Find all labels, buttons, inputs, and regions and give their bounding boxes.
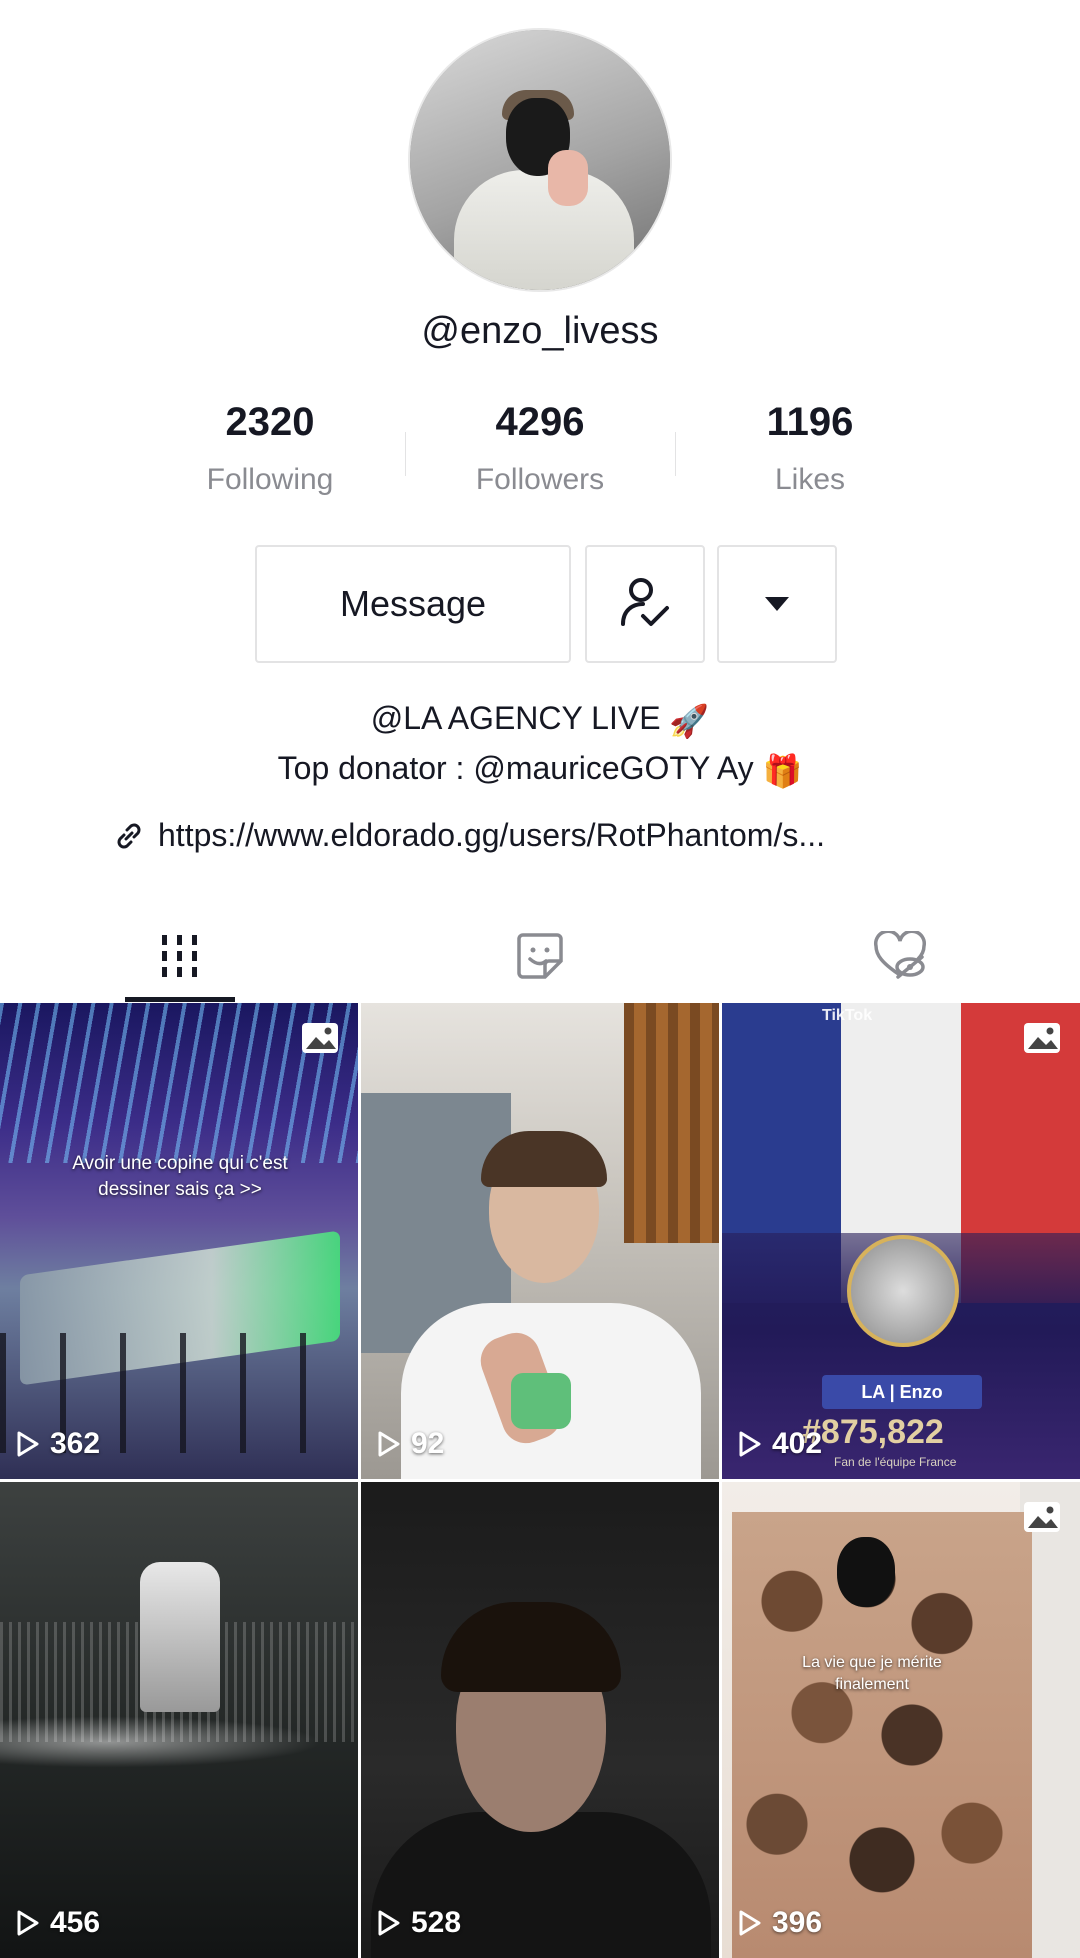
profile-username: @enzo_livess <box>421 310 659 352</box>
video-view-count: 402 <box>738 1427 822 1461</box>
view-count-text: 456 <box>50 1906 101 1939</box>
stat-following-label: Following <box>206 463 334 496</box>
video-caption: La vie que je mérite finalement <box>802 1654 942 1693</box>
video-view-count: 362 <box>16 1427 100 1461</box>
avatar-jacket <box>454 170 634 290</box>
sticker-icon <box>517 933 563 979</box>
video-tile[interactable]: 528 <box>361 1482 719 1958</box>
video-tile[interactable]: 92 <box>361 1003 719 1479</box>
stat-following[interactable]: 2320 Following <box>135 400 405 497</box>
play-icon <box>17 1910 39 1936</box>
stat-likes-value: 1196 <box>766 400 854 444</box>
bio-line-2: Top donator : @mauriceGOTY Ay 🎁 <box>0 750 1080 790</box>
profile-tabs <box>0 910 1080 1002</box>
stat-followers[interactable]: 4296 Followers <box>405 400 675 497</box>
video-view-count: 92 <box>377 1427 444 1461</box>
video-tile[interactable]: 456 <box>0 1482 358 1958</box>
play-icon <box>378 1431 400 1457</box>
stage-glow <box>0 1712 358 1772</box>
video-view-count: 528 <box>377 1906 461 1940</box>
stat-likes-label: Likes <box>774 463 846 496</box>
tab-stickers[interactable] <box>450 910 630 1002</box>
view-count-text: 92 <box>411 1427 445 1460</box>
overlay-fan-label: Fan de l'équipe France <box>834 1455 957 1469</box>
video-tile[interactable]: La vie que je mérite finalement 396 <box>722 1482 1080 1958</box>
stat-following-value: 2320 <box>225 400 315 444</box>
person-hair <box>481 1131 607 1187</box>
user-check-icon <box>621 578 669 626</box>
rocket-emoji-icon: 🚀 <box>669 702 710 739</box>
view-count-text: 402 <box>772 1427 823 1460</box>
overlay-rank: #875,822 <box>802 1413 944 1451</box>
view-count-text: 362 <box>50 1427 101 1460</box>
video-tile[interactable]: Avoir une copine qui c'est dessiner sais… <box>0 1003 358 1479</box>
caret-down-icon <box>765 597 789 611</box>
play-icon <box>739 1431 761 1457</box>
view-count-text: 396 <box>772 1906 823 1939</box>
play-icon <box>17 1431 39 1457</box>
grid-videos-icon <box>162 935 197 977</box>
avatar-hand <box>548 150 588 206</box>
view-count-text: 528 <box>411 1906 462 1939</box>
person-hair <box>441 1602 621 1692</box>
photo-post-icon <box>1024 1502 1060 1532</box>
green-bag <box>511 1373 571 1429</box>
play-icon <box>739 1910 761 1936</box>
stage-sculpture <box>140 1562 220 1712</box>
bio-link-text: https://www.eldorado.gg/users/RotPhantom… <box>158 817 825 853</box>
stat-followers-value: 4296 <box>495 400 585 444</box>
bio-link[interactable]: https://www.eldorado.gg/users/RotPhantom… <box>112 817 825 854</box>
bio-donator-text: Top donator : @mauriceGOTY Ay <box>277 750 754 786</box>
profile-medal <box>847 1235 959 1347</box>
photo-post-icon <box>302 1023 338 1053</box>
video-view-count: 396 <box>738 1906 822 1940</box>
video-caption: Avoir une copine qui c'est dessiner sais… <box>72 1153 288 1200</box>
following-status-button[interactable] <box>585 545 705 663</box>
wood-panel <box>624 1003 719 1243</box>
liked-hidden-icon <box>874 931 926 979</box>
masked-person <box>837 1537 895 1607</box>
video-tile[interactable]: TikTok LA | Enzo #875,822 Fan de l'équip… <box>722 1003 1080 1479</box>
tab-liked[interactable] <box>810 910 990 1002</box>
tab-videos[interactable] <box>90 910 270 1002</box>
stat-followers-label: Followers <box>475 463 605 496</box>
bio-agency-text: @LA AGENCY LIVE <box>370 700 661 736</box>
photo-post-icon <box>1024 1023 1060 1053</box>
play-icon <box>378 1910 400 1936</box>
stat-likes[interactable]: 1196 Likes <box>675 400 945 497</box>
overlay-name: LA | Enzo <box>822 1375 982 1409</box>
link-icon <box>117 823 141 848</box>
bio-line-1: @LA AGENCY LIVE 🚀 <box>0 700 1080 740</box>
video-grid: Avoir une copine qui c'est dessiner sais… <box>0 1003 1080 1958</box>
video-view-count: 456 <box>16 1906 100 1940</box>
active-tab-indicator <box>125 997 235 1002</box>
profile-avatar[interactable] <box>410 30 670 290</box>
more-dropdown-button[interactable] <box>717 545 837 663</box>
gift-emoji-icon: 🎁 <box>762 752 803 789</box>
message-button[interactable]: Message <box>255 545 571 663</box>
tiktok-watermark: TikTok <box>822 1007 873 1024</box>
